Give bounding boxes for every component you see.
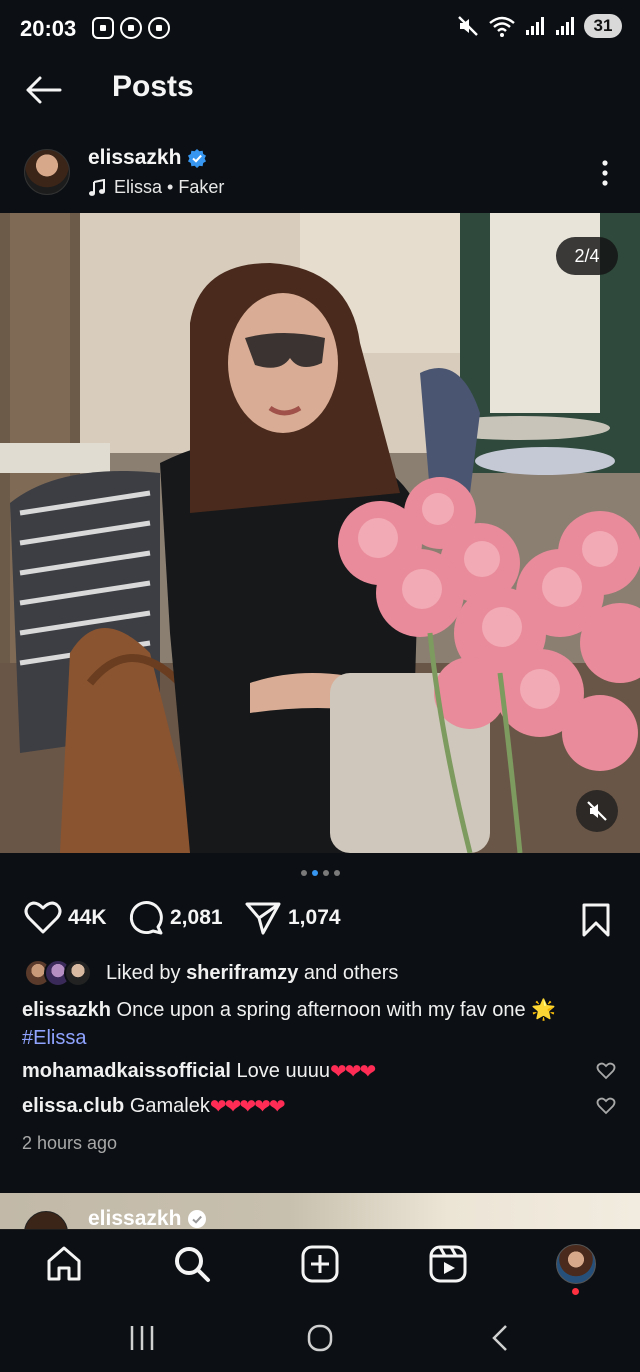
home-button-icon[interactable] (300, 1320, 340, 1356)
signal-icon (526, 17, 544, 35)
comment-text: Love uuuu (230, 1060, 330, 1082)
battery-indicator: 31 (584, 14, 622, 38)
author-username[interactable]: elissazkh (88, 146, 181, 170)
post-timestamp: 2 hours ago (22, 1133, 118, 1153)
signal-icon (556, 17, 574, 35)
app-header: Posts (0, 58, 640, 122)
notification-icon (148, 17, 170, 39)
bookmark-icon[interactable] (580, 902, 612, 938)
recent-apps-icon[interactable] (122, 1320, 162, 1356)
carousel-dot (300, 870, 307, 876)
comment-row: elissa.club Gamalek ❤❤❤❤❤ (22, 1094, 622, 1119)
comment-icon[interactable] (128, 900, 164, 936)
liker-avatar (64, 959, 92, 987)
comment-action[interactable]: 2,081 (128, 900, 223, 936)
status-left-icons (92, 17, 170, 39)
profile-avatar[interactable] (556, 1244, 596, 1284)
audio-label: Elissa • Faker (114, 177, 225, 197)
mute-icon (458, 16, 478, 36)
comment-row: mohamadkaissofficial Love uuuu ❤❤❤ (22, 1059, 622, 1084)
author-avatar[interactable] (24, 149, 70, 195)
next-post-preview[interactable]: elissazkh (0, 1193, 640, 1231)
search-icon[interactable] (172, 1244, 212, 1284)
wifi-icon (489, 16, 515, 37)
liked-by-row[interactable]: Liked by sheriframzy and others (24, 956, 398, 990)
carousel-dot (322, 870, 329, 876)
post-author-row: elissazkh Elissa • Faker (0, 140, 640, 206)
speaker-muted-icon (587, 801, 607, 821)
system-navigation-bar (0, 1304, 640, 1372)
post-actions: 44K 2,081 1,074 (0, 896, 640, 944)
status-right-icons: 31 (456, 14, 622, 38)
author-name-wrap[interactable]: elissazkh (88, 146, 207, 170)
post-media[interactable]: 2/4 (0, 213, 640, 853)
comment-like-icon[interactable] (596, 1096, 616, 1116)
liked-by-suffix: and others (298, 961, 399, 984)
liked-by-user[interactable]: sheriframzy (186, 962, 298, 985)
page-title: Posts (112, 70, 194, 103)
comments-count[interactable]: 2,081 (170, 906, 223, 930)
audio-attribution[interactable]: Elissa • Faker (88, 177, 224, 198)
share-action[interactable]: 1,074 (244, 900, 341, 936)
comment-emoji: ❤❤❤ (329, 1061, 376, 1083)
liked-by-prefix: Liked by (106, 961, 187, 984)
send-icon[interactable] (244, 900, 282, 936)
post-caption: elissazkh Once upon a spring afternoon w… (22, 996, 612, 1052)
reels-icon[interactable] (428, 1244, 468, 1284)
shares-count[interactable]: 1,074 (288, 906, 341, 930)
caption-username[interactable]: elissazkh (22, 999, 111, 1021)
verified-badge-icon (188, 149, 207, 168)
carousel-indicator (0, 870, 640, 882)
media-counter-badge: 2/4 (556, 237, 618, 275)
create-post-icon[interactable] (300, 1244, 340, 1284)
home-icon[interactable] (44, 1244, 84, 1284)
likes-count[interactable]: 44K (68, 906, 107, 930)
post-photo (0, 213, 640, 853)
more-options-icon[interactable] (594, 158, 616, 188)
next-post-author[interactable]: elissazkh (88, 1207, 207, 1231)
profile-notification-dot (572, 1288, 579, 1295)
comment-like-icon[interactable] (596, 1061, 616, 1081)
status-time: 20:03 (20, 16, 77, 41)
status-bar: 20:03 31 (0, 0, 640, 58)
like-action[interactable]: 44K (24, 900, 107, 936)
next-post-username[interactable]: elissazkh (88, 1207, 181, 1231)
comment-text: Gamalek (124, 1095, 210, 1117)
mute-toggle-button[interactable] (576, 790, 618, 832)
bottom-navigation (0, 1229, 640, 1304)
liked-by-avatars (24, 959, 92, 987)
comment-emoji: ❤❤❤❤❤ (209, 1096, 286, 1118)
screenshot-icon (92, 17, 114, 39)
caption-hashtag[interactable]: #Elissa (22, 1027, 86, 1049)
caption-text: Once upon a spring afternoon with my fav… (110, 999, 557, 1021)
carousel-dot (311, 870, 318, 876)
next-post-avatar[interactable] (24, 1211, 68, 1231)
back-arrow-icon[interactable] (22, 72, 62, 108)
comment-username[interactable]: elissa.club (22, 1095, 124, 1118)
heart-icon[interactable] (24, 900, 62, 936)
comment-username[interactable]: mohamadkaissofficial (22, 1060, 231, 1083)
notification-icon (120, 17, 142, 39)
verified-badge-icon (188, 1210, 207, 1228)
back-button-icon[interactable] (480, 1320, 520, 1356)
carousel-dot (333, 870, 340, 876)
music-note-icon (89, 178, 105, 196)
